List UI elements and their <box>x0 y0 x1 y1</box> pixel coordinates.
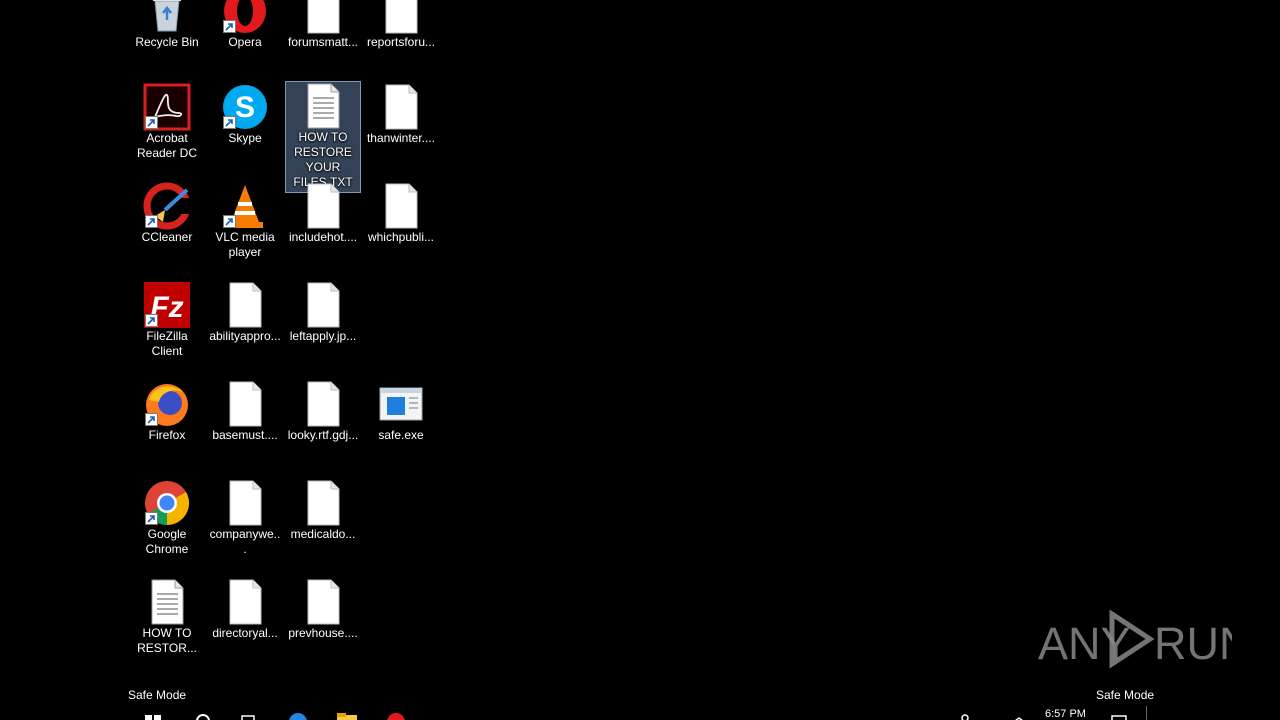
svg-text:S: S <box>235 91 255 124</box>
shortcut-arrow-icon <box>145 116 158 129</box>
opera-label: Opera <box>228 35 262 49</box>
recycle-bin-label: Recycle Bin <box>135 35 199 49</box>
file-prevhouse[interactable]: prevhouse.... <box>285 577 361 642</box>
blank-file-icon <box>299 0 347 35</box>
shortcut-arrow-icon <box>223 116 236 129</box>
blank-file-icon <box>377 83 425 131</box>
shortcut-arrow-icon <box>145 413 158 426</box>
file-label: companywe... <box>209 527 281 556</box>
file-includehot[interactable]: includehot.... <box>285 181 361 246</box>
people-icon[interactable] <box>958 712 972 720</box>
file-label: whichpubli... <box>367 230 435 244</box>
file-label: includehot.... <box>288 230 358 244</box>
file-explorer-icon[interactable] <box>336 712 358 720</box>
safe-mode-label-left: Safe Mode <box>128 688 187 702</box>
file-label: medicaldo... <box>290 527 356 541</box>
shortcut-arrow-icon <box>223 20 236 33</box>
chevron-up-icon[interactable] <box>1012 712 1026 720</box>
file-leftapply[interactable]: leftapply.jp... <box>285 280 361 345</box>
taskbar <box>0 706 1280 720</box>
file-label: basemust.... <box>212 428 278 442</box>
google-chrome-label: Google Chrome <box>145 527 189 556</box>
blank-file-icon <box>299 182 347 230</box>
file-basemust[interactable]: basemust.... <box>207 379 283 444</box>
show-desktop-divider[interactable] <box>1146 706 1147 720</box>
action-center-icon[interactable] <box>1110 712 1128 720</box>
skype-label: Skype <box>228 131 262 145</box>
safe-exe-label: safe.exe <box>378 428 424 442</box>
blank-file-icon <box>377 0 425 35</box>
file-reportsforu[interactable]: reportsforu... <box>363 0 439 51</box>
text-file-icon <box>299 82 347 130</box>
safe-mode-label-right: Safe Mode <box>1096 688 1155 702</box>
shortcut-arrow-icon <box>145 215 158 228</box>
edge-browser-icon[interactable] <box>288 712 308 720</box>
skype-shortcut[interactable]: S Skype <box>207 82 283 147</box>
acrobat-reader-icon <box>143 83 191 131</box>
shortcut-arrow-icon <box>145 314 158 327</box>
acrobat-reader-label: Acrobat Reader DC <box>136 131 198 160</box>
vlc-shortcut[interactable]: VLC media player <box>207 181 283 261</box>
shortcut-arrow-icon <box>223 215 236 228</box>
file-abilityappro[interactable]: abilityappro... <box>207 280 283 345</box>
firefox-icon <box>143 380 191 428</box>
ccleaner-shortcut[interactable]: CCleaner <box>129 181 205 246</box>
search-icon[interactable] <box>194 712 212 720</box>
file-how-to-restore-txt[interactable]: HOW TO RESTORE YOUR FILES.TXT <box>285 81 361 193</box>
file-label: directoryal... <box>212 626 278 640</box>
file-thanwinter[interactable]: thanwinter.... <box>363 82 439 147</box>
ccleaner-label: CCleaner <box>141 230 193 244</box>
google-chrome-shortcut[interactable]: Google Chrome <box>129 478 205 558</box>
file-whichpubli[interactable]: whichpubli... <box>363 181 439 246</box>
file-label: looky.rtf.gdj... <box>287 428 359 442</box>
filezilla-shortcut[interactable]: Fz FileZilla Client <box>129 280 205 360</box>
file-directoryal[interactable]: directoryal... <box>207 577 283 642</box>
file-label: abilityappro... <box>209 329 281 343</box>
acrobat-reader-shortcut[interactable]: Acrobat Reader DC <box>129 82 205 162</box>
task-view-icon[interactable] <box>238 712 258 720</box>
file-label: forumsmatt... <box>287 35 358 49</box>
file-medicaldo[interactable]: medicaldo... <box>285 478 361 543</box>
blank-file-icon <box>299 380 347 428</box>
filezilla-label: FileZilla Client <box>146 329 188 358</box>
blank-file-icon <box>221 479 269 527</box>
safe-exe[interactable]: safe.exe <box>363 379 439 444</box>
ccleaner-icon <box>143 182 191 230</box>
file-label: leftapply.jp... <box>289 329 357 343</box>
file-how-to-restore-2[interactable]: HOW TO RESTOR... <box>129 577 205 657</box>
taskbar-clock[interactable]: 6:57 PM <box>1045 708 1086 720</box>
firefox-label: Firefox <box>148 428 186 442</box>
file-label: reportsforu... <box>366 35 436 49</box>
file-label: thanwinter.... <box>366 131 436 145</box>
shortcut-arrow-icon <box>145 512 158 525</box>
blank-file-icon <box>221 578 269 626</box>
file-companywe[interactable]: companywe... <box>207 478 283 558</box>
opera-icon <box>221 0 269 35</box>
anyrun-watermark: ANY RUN <box>1038 609 1232 669</box>
skype-icon: S <box>221 83 269 131</box>
blank-file-icon <box>299 281 347 329</box>
vlc-label: VLC media player <box>215 230 275 259</box>
blank-file-icon <box>221 380 269 428</box>
opera-taskbar-icon[interactable] <box>386 712 406 720</box>
vlc-icon <box>221 182 269 230</box>
file-label: prevhouse.... <box>288 626 358 640</box>
text-file-icon <box>143 578 191 626</box>
watermark-text-right: RUN <box>1154 618 1232 669</box>
file-looky-rtf[interactable]: looky.rtf.gdj... <box>285 379 361 444</box>
file-forumsmatt[interactable]: forumsmatt... <box>285 0 361 51</box>
blank-file-icon <box>377 182 425 230</box>
recycle-bin-icon <box>143 0 191 35</box>
firefox-shortcut[interactable]: Firefox <box>129 379 205 444</box>
blank-file-icon <box>221 281 269 329</box>
chrome-icon <box>143 479 191 527</box>
executable-window-icon <box>377 380 425 428</box>
blank-file-icon <box>299 479 347 527</box>
start-windows-icon[interactable] <box>143 712 163 720</box>
file-label: HOW TO RESTOR... <box>137 626 197 655</box>
filezilla-icon: Fz <box>143 281 191 329</box>
blank-file-icon <box>299 578 347 626</box>
recycle-bin-icon-tile[interactable]: Recycle Bin <box>129 0 205 51</box>
opera-shortcut[interactable]: Opera <box>207 0 283 51</box>
